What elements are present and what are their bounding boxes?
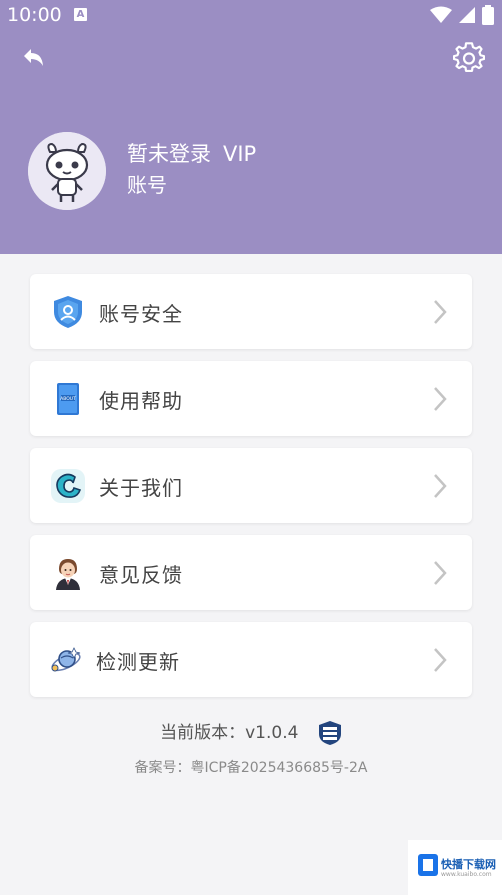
menu-item-label: 使用帮助 <box>99 389 183 413</box>
vip-label[interactable]: VIP <box>223 142 256 166</box>
username-line[interactable]: 暂未登录 VIP <box>127 138 256 168</box>
battery-icon <box>482 5 494 25</box>
status-time: 10:00 <box>7 4 62 26</box>
back-arrow-icon <box>24 49 43 66</box>
help-book-icon: ABOUT <box>57 383 79 415</box>
about-logo-icon <box>51 469 85 503</box>
notification-badge: A <box>74 8 87 21</box>
menu-item-label: 意见反馈 <box>99 563 183 587</box>
menu-item-check-update[interactable]: 检测更新 <box>30 622 472 697</box>
back-button[interactable] <box>18 44 48 74</box>
avatar[interactable] <box>28 132 106 210</box>
watermark: 快播下载网 www.kuaibo.com <box>408 840 502 895</box>
chevron-right-icon <box>434 387 447 411</box>
menu-item-label: 关于我们 <box>99 476 183 500</box>
watermark-logo-icon <box>418 854 438 876</box>
menu-item-feedback[interactable]: 意见反馈 <box>30 535 472 610</box>
menu-item-label: 检测更新 <box>96 650 180 674</box>
chevron-right-icon <box>434 474 447 498</box>
account-label: 账号 <box>127 173 167 197</box>
username[interactable]: 暂未登录 <box>127 142 211 166</box>
version-badge-icon <box>318 721 341 745</box>
wifi-icon <box>430 6 452 23</box>
robot-avatar-icon <box>28 132 106 210</box>
gear-icon <box>452 42 486 72</box>
icp-record[interactable]: 备案号：粤ICP备2025436685号-2A <box>0 757 502 777</box>
version-info: 当前版本：v1.0.4 <box>0 718 502 746</box>
watermark-sub: www.kuaibo.com <box>441 871 492 878</box>
shield-user-icon <box>54 296 82 328</box>
chevron-right-icon <box>434 648 447 672</box>
settings-button[interactable] <box>452 42 486 74</box>
menu-item-account-security[interactable]: 账号安全 <box>30 274 472 349</box>
menu-item-about[interactable]: 关于我们 <box>30 448 472 523</box>
chevron-right-icon <box>434 300 447 324</box>
watermark-brand: 快播下载网 <box>441 858 496 871</box>
feedback-person-icon <box>56 559 80 590</box>
menu-item-help[interactable]: ABOUT 使用帮助 <box>30 361 472 436</box>
status-bar: 10:00 A <box>0 0 502 30</box>
version-text: 当前版本：v1.0.4 <box>160 723 299 743</box>
chevron-right-icon <box>434 561 447 585</box>
update-satellite-icon <box>51 647 81 672</box>
svg-text:ABOUT: ABOUT <box>60 396 76 402</box>
status-icons <box>430 5 494 25</box>
signal-icon <box>459 7 475 23</box>
menu-item-label: 账号安全 <box>99 302 183 326</box>
profile-header: 10:00 A 暂未登录 VIP 账号 <box>0 0 502 254</box>
